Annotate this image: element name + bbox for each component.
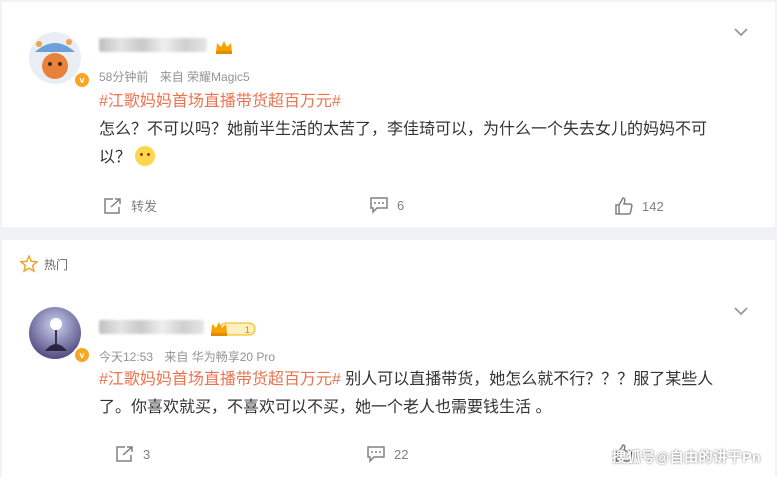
- username-blurred[interactable]: [99, 320, 204, 334]
- comment-count: 22: [394, 446, 409, 462]
- topic-tag[interactable]: #江歌妈妈首场直播带货超百万元#: [99, 371, 341, 388]
- chevron-down-icon[interactable]: [733, 303, 749, 319]
- repost-label: 转发: [131, 199, 158, 214]
- post-source: 来自 华为畅享20 Pro: [164, 350, 276, 364]
- comment-button[interactable]: 6: [369, 196, 404, 214]
- post-content: #江歌妈妈首场直播带货超百万元# 别人可以直播带货，她怎么就不行？？？服了某些人…: [99, 366, 759, 422]
- like-count: 142: [642, 198, 664, 214]
- comment-count: 6: [397, 197, 405, 213]
- share-icon: [116, 446, 133, 462]
- repost-count: 3: [143, 446, 151, 462]
- verified-badge-icon: v: [73, 71, 91, 89]
- crown-icon: [216, 41, 232, 54]
- post-card-1: v 58分钟前 来自 荣耀Magic5 #江歌妈妈首场直播带货超百万元# 怎么？…: [2, 2, 775, 227]
- sad-face-emoji-icon: [135, 146, 156, 166]
- post-text-line1: 怎么？不可以吗？她前半生活的太苦了，李佳琦可以，为什么一个失去女儿的妈妈不可: [99, 121, 708, 138]
- verified-badge-icon: v: [73, 346, 91, 364]
- post-text-line2: 以？: [99, 149, 132, 166]
- post-time[interactable]: 58分钟前: [99, 70, 148, 84]
- svg-text:1: 1: [245, 325, 250, 335]
- repost-button[interactable]: 转发: [103, 196, 157, 215]
- username-blurred[interactable]: [99, 38, 207, 52]
- repost-button[interactable]: 3: [115, 445, 150, 463]
- comment-button[interactable]: 22: [366, 445, 408, 463]
- post-text-line1: 别人可以直播带货，她怎么就不行？？？服了某些人: [340, 371, 714, 388]
- chevron-down-icon[interactable]: [733, 24, 749, 40]
- post-card-2: 热门 v 1 今天12:53 来自 华为畅享20 Pro #江歌妈妈首场直播带货…: [2, 240, 775, 477]
- star-icon: [20, 255, 38, 273]
- thumbs-up-icon: [615, 197, 633, 215]
- post-meta: 58分钟前 来自 荣耀Magic5: [99, 68, 258, 85]
- watermark: 搜狐号@自由的讲干Pn: [611, 449, 761, 465]
- hot-section-header: 热门: [20, 255, 68, 273]
- topic-tag[interactable]: #江歌妈妈首场直播带货超百万元#: [99, 93, 341, 110]
- post-source: 来自 荣耀Magic5: [159, 70, 250, 84]
- post-meta: 今天12:53 来自 华为畅享20 Pro: [99, 348, 283, 365]
- post-text-line2: 了。你喜欢就买，不喜欢可以不买，她一个老人也需要钱生活 。: [99, 399, 552, 416]
- post-time[interactable]: 今天12:53: [99, 350, 153, 364]
- fan-level-badge-icon: 1: [211, 322, 256, 336]
- comment-icon: [367, 446, 385, 463]
- share-icon: [104, 197, 121, 214]
- hot-label: 热门: [44, 257, 69, 272]
- post-content: #江歌妈妈首场直播带货超百万元# 怎么？不可以吗？她前半生活的太苦了，李佳琦可以…: [99, 88, 759, 172]
- comment-icon: [370, 197, 388, 214]
- like-button[interactable]: 142: [614, 196, 664, 216]
